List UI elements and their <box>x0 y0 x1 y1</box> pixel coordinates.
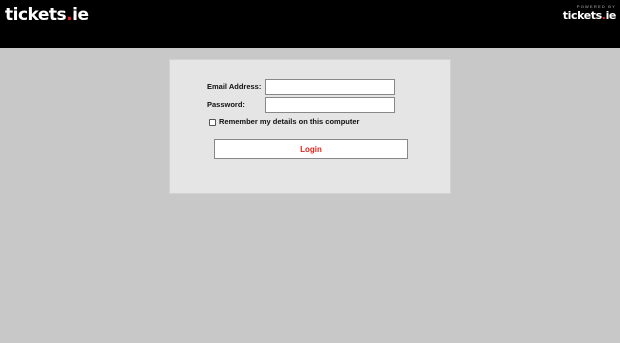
powered-by-logo: tickets.ie <box>562 9 617 22</box>
logo-tld: ie <box>72 5 89 25</box>
login-button[interactable]: Login <box>214 139 408 159</box>
remember-me-checkbox[interactable] <box>209 118 216 126</box>
tickets-ie-logo[interactable]: tickets.ie <box>5 5 89 25</box>
site-header: tickets.ie POWERED BY tickets.ie <box>0 0 620 48</box>
powered-logo-tld: ie <box>605 9 617 22</box>
powered-logo-text: tickets <box>562 9 602 22</box>
email-label: Email Address: <box>207 82 262 91</box>
email-input[interactable] <box>265 79 395 95</box>
password-input[interactable] <box>265 97 395 113</box>
remember-me-row[interactable]: Remember my details on this computer <box>209 117 359 127</box>
password-label: Password: <box>207 100 245 109</box>
logo-text: tickets <box>5 5 67 25</box>
powered-by-badge[interactable]: POWERED BY tickets.ie <box>560 4 617 24</box>
remember-me-label[interactable]: Remember my details on this computer <box>219 117 359 127</box>
login-panel: Email Address: Password: Remember my det… <box>169 59 451 194</box>
